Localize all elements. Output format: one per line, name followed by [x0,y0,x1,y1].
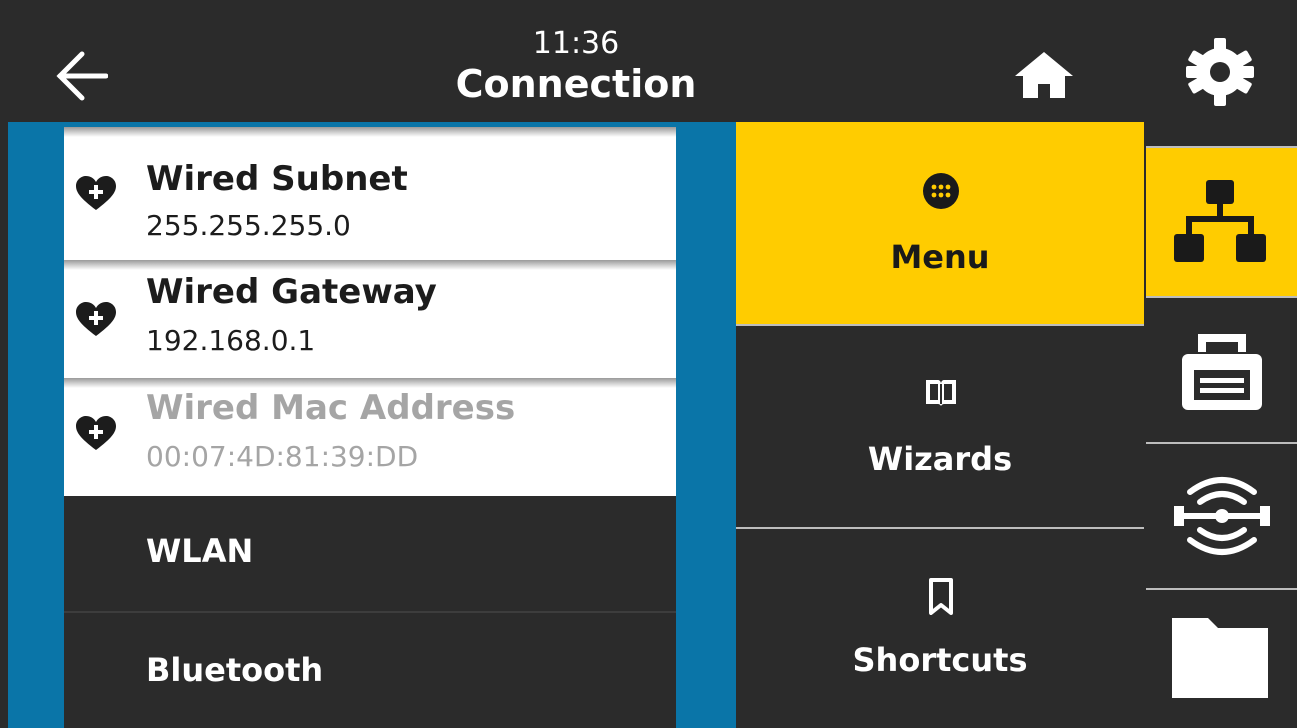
page-title: Connection [455,62,697,106]
screen: 11:36 Connection Wired Subnet 255.255.25… [0,0,1297,728]
heart-plus-icon [76,302,116,336]
clock: 11:36 [532,26,620,61]
category-rail [1146,0,1297,728]
wired-gateway-value: 192.168.0.1 [146,324,316,357]
list-item-wired-subnet[interactable]: Wired Subnet 255.255.255.0 [64,127,676,260]
heart-plus-icon [76,416,116,450]
row-divider [64,378,676,388]
wired-mac-value: 00:07:4D:81:39:DD [146,440,419,473]
list-item-bluetooth[interactable]: Bluetooth [64,613,676,728]
header-bar: 11:36 Connection [8,6,1144,122]
row-divider [64,127,676,137]
settings-list: Wired Subnet 255.255.255.0 Wired Gateway… [64,127,676,728]
wizards-tile[interactable]: Wizards [736,326,1144,527]
wired-mac-title: Wired Mac Address [146,388,516,428]
book-icon [926,380,956,406]
list-item-wlan[interactable]: WLAN [64,496,676,611]
shortcuts-label: Shortcuts [852,641,1028,679]
menu-label: Menu [890,238,990,276]
grid-dots-icon [923,173,959,209]
row-divider [64,260,676,270]
folder-icon [1172,618,1268,698]
gear-icon [1186,38,1254,106]
rail-rfid[interactable] [1146,444,1297,588]
network-icon [1174,180,1266,262]
shortcuts-tile[interactable]: Shortcuts [736,529,1144,728]
heart-plus-icon [76,176,116,210]
home-icon [1015,52,1073,98]
wired-subnet-title: Wired Subnet [146,159,408,199]
printer-icon [1182,334,1262,410]
menu-tile[interactable]: Menu [736,122,1144,324]
rail-storage[interactable] [1146,590,1297,728]
wired-subnet-value: 255.255.255.0 [146,209,351,242]
wired-gateway-title: Wired Gateway [146,272,437,312]
home-button[interactable] [1011,46,1077,102]
rail-connection[interactable] [1146,148,1297,296]
bluetooth-label: Bluetooth [146,651,324,689]
list-item-wired-mac-address[interactable]: Wired Mac Address 00:07:4D:81:39:DD [64,378,676,496]
rail-print[interactable] [1146,298,1297,442]
rail-settings[interactable] [1146,0,1297,146]
quick-nav-column: Menu Wizards Shortcuts [736,122,1144,728]
list-item-wired-gateway[interactable]: Wired Gateway 192.168.0.1 [64,260,676,378]
rfid-icon [1174,477,1270,555]
wizards-label: Wizards [867,440,1013,478]
bookmark-icon [929,578,953,615]
wlan-label: WLAN [146,532,254,570]
